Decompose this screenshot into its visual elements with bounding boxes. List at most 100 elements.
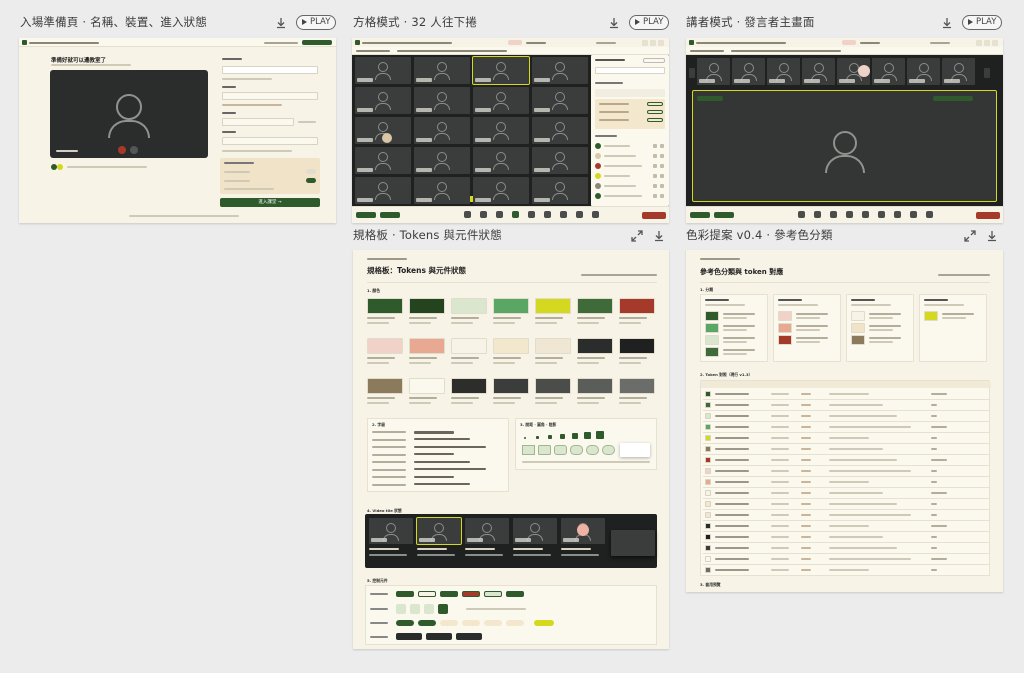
download-icon[interactable] — [274, 15, 288, 29]
control-icon[interactable] — [576, 211, 583, 218]
category-card — [919, 294, 987, 362]
next-arrow[interactable] — [984, 68, 990, 78]
tag-sample[interactable] — [418, 620, 436, 626]
expand-icon[interactable] — [963, 228, 977, 242]
icon-button[interactable] — [410, 604, 420, 614]
control-icon[interactable] — [814, 211, 821, 218]
search-input[interactable] — [595, 67, 665, 74]
person-icon — [434, 103, 450, 111]
color-swatch — [577, 338, 613, 354]
video-tile — [532, 87, 588, 114]
camera-select[interactable] — [222, 137, 318, 145]
control-icon[interactable] — [862, 211, 869, 218]
enter-button[interactable]: 進入課堂 → — [220, 198, 320, 207]
swatch-label — [796, 313, 828, 315]
expand-icon[interactable] — [630, 228, 644, 242]
camera-button[interactable] — [130, 146, 138, 154]
tag-sample[interactable] — [506, 620, 524, 626]
button[interactable] — [380, 212, 400, 218]
token-name — [715, 404, 749, 406]
control-icon[interactable] — [528, 211, 535, 218]
control-icon[interactable] — [512, 211, 519, 218]
button-sample[interactable] — [484, 591, 502, 597]
tag-sample[interactable] — [534, 620, 554, 626]
lobby-preview[interactable]: 準備好就可以邊教室了 進入課堂 → — [19, 38, 336, 223]
control-icon[interactable] — [894, 211, 901, 218]
leave-button[interactable] — [976, 212, 1000, 219]
control-icon[interactable] — [544, 211, 551, 218]
button-sample[interactable] — [418, 591, 436, 597]
approve-button[interactable] — [647, 110, 663, 114]
control-bar — [686, 206, 1003, 223]
control-icon[interactable] — [560, 211, 567, 218]
avatar — [595, 193, 601, 199]
color-swatch — [705, 501, 711, 507]
button-sample[interactable] — [440, 591, 458, 597]
icon-button[interactable] — [424, 604, 434, 614]
tag-sample[interactable] — [396, 620, 414, 626]
button-sample[interactable] — [396, 591, 414, 597]
control-icon[interactable] — [926, 211, 933, 218]
speaker-select[interactable] — [222, 118, 294, 126]
grid-preview[interactable] — [352, 38, 669, 223]
play-button[interactable]: PLAY — [962, 14, 1003, 30]
name-line — [604, 195, 642, 197]
color-swatch — [705, 567, 711, 573]
swatch-label — [796, 325, 828, 327]
control-icon[interactable] — [592, 211, 599, 218]
control-icon[interactable] — [910, 211, 917, 218]
state-label — [561, 548, 591, 550]
person-icon — [552, 163, 568, 171]
download-icon[interactable] — [652, 228, 666, 242]
mic-select[interactable] — [222, 92, 318, 100]
name-tag — [357, 138, 373, 142]
button-sample[interactable] — [462, 591, 480, 597]
video-tile — [414, 147, 470, 174]
name-tag — [475, 138, 491, 142]
leave-button[interactable] — [642, 212, 666, 219]
play-button[interactable]: PLAY — [296, 14, 337, 30]
icon-button[interactable] — [438, 604, 448, 614]
prev-arrow[interactable] — [689, 68, 695, 78]
color-swatch — [705, 413, 711, 419]
control-icon[interactable] — [846, 211, 853, 218]
download-icon[interactable] — [940, 15, 954, 29]
spec-board[interactable]: 規格板：Tokens 與元件狀態 1. 顏色 2. 字級 3. 間距 · 圓角 … — [353, 250, 669, 649]
palette-board[interactable]: 參考色分類與 token 對應 1. 分類 2. Token 對照（現行 v1.… — [686, 250, 1003, 592]
button[interactable] — [690, 212, 710, 218]
name-line — [604, 185, 636, 187]
download-icon[interactable] — [607, 15, 621, 29]
button[interactable] — [356, 212, 376, 218]
panel-controls: PLAY — [940, 12, 1003, 32]
color-swatch — [778, 323, 792, 333]
speaker-preview[interactable] — [686, 38, 1003, 223]
video-tile — [355, 57, 411, 84]
tag-sample[interactable] — [440, 620, 458, 626]
type-scale: 2. 字級 — [367, 418, 509, 492]
card-title — [851, 299, 875, 301]
mic-button[interactable] — [118, 146, 126, 154]
control-icon[interactable] — [480, 211, 487, 218]
toggle[interactable] — [306, 169, 316, 174]
control-icon[interactable] — [878, 211, 885, 218]
icon-button[interactable] — [396, 604, 406, 614]
tag-sample[interactable] — [462, 620, 480, 626]
control-icon[interactable] — [830, 211, 837, 218]
usage — [829, 547, 897, 549]
name-field[interactable] — [222, 66, 318, 74]
toggle[interactable] — [306, 178, 316, 183]
control-icon[interactable] — [464, 211, 471, 218]
usage — [829, 503, 897, 505]
control-icon[interactable] — [496, 211, 503, 218]
button[interactable] — [714, 212, 734, 218]
play-button[interactable]: PLAY — [629, 14, 670, 30]
video-tile — [907, 58, 940, 85]
control-icon[interactable] — [798, 211, 805, 218]
button-sample[interactable] — [506, 591, 524, 597]
usage — [829, 470, 911, 472]
approve-button[interactable] — [647, 102, 663, 106]
panel-title: 色彩提案 v0.4 · 參考色分類 — [686, 228, 833, 242]
tag-sample[interactable] — [484, 620, 502, 626]
approve-button[interactable] — [647, 118, 663, 122]
download-icon[interactable] — [985, 228, 999, 242]
